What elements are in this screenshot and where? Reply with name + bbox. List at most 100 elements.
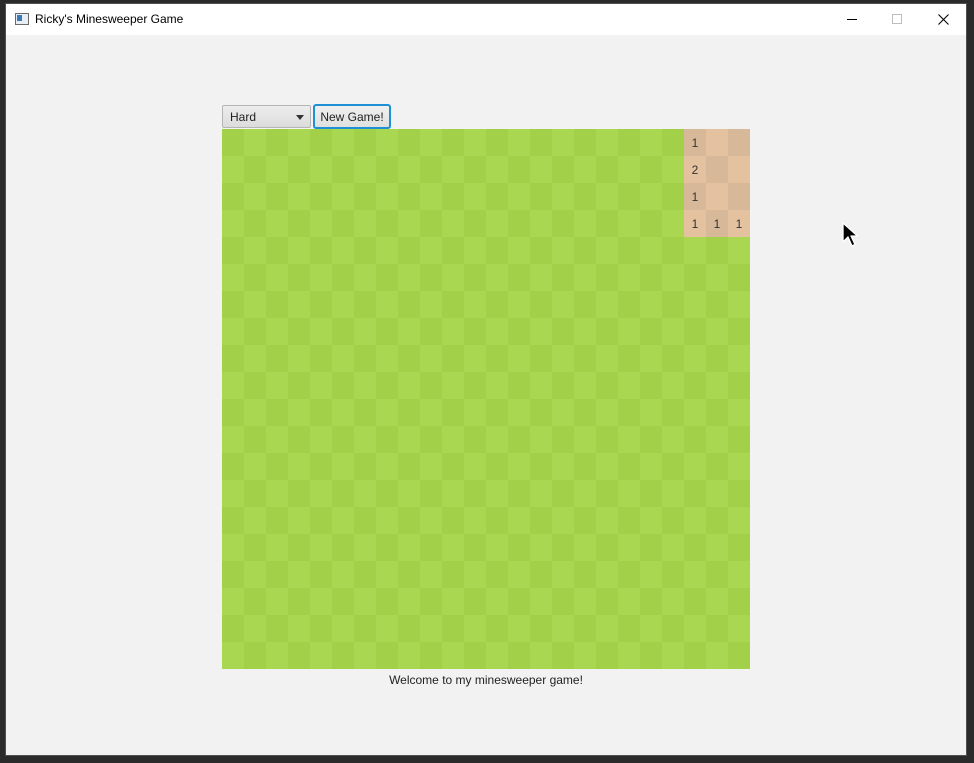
hidden-cell[interactable] <box>574 156 596 183</box>
hidden-cell[interactable] <box>574 372 596 399</box>
hidden-cell[interactable] <box>420 318 442 345</box>
hidden-cell[interactable] <box>618 588 640 615</box>
hidden-cell[interactable] <box>354 156 376 183</box>
hidden-cell[interactable] <box>222 588 244 615</box>
hidden-cell[interactable] <box>420 237 442 264</box>
hidden-cell[interactable] <box>486 561 508 588</box>
hidden-cell[interactable] <box>420 264 442 291</box>
hidden-cell[interactable] <box>288 453 310 480</box>
hidden-cell[interactable] <box>310 345 332 372</box>
hidden-cell[interactable] <box>706 237 728 264</box>
hidden-cell[interactable] <box>574 642 596 669</box>
hidden-cell[interactable] <box>486 291 508 318</box>
hidden-cell[interactable] <box>728 237 750 264</box>
hidden-cell[interactable] <box>244 453 266 480</box>
hidden-cell[interactable] <box>376 453 398 480</box>
hidden-cell[interactable] <box>618 156 640 183</box>
hidden-cell[interactable] <box>244 426 266 453</box>
difficulty-dropdown[interactable]: Hard <box>222 105 311 128</box>
hidden-cell[interactable] <box>530 183 552 210</box>
hidden-cell[interactable] <box>530 561 552 588</box>
hidden-cell[interactable] <box>706 561 728 588</box>
minimize-button[interactable] <box>829 4 875 34</box>
hidden-cell[interactable] <box>376 345 398 372</box>
hidden-cell[interactable] <box>574 534 596 561</box>
hidden-cell[interactable] <box>706 345 728 372</box>
hidden-cell[interactable] <box>332 561 354 588</box>
hidden-cell[interactable] <box>706 426 728 453</box>
hidden-cell[interactable] <box>662 237 684 264</box>
hidden-cell[interactable] <box>310 507 332 534</box>
hidden-cell[interactable] <box>596 588 618 615</box>
hidden-cell[interactable] <box>354 426 376 453</box>
hidden-cell[interactable] <box>266 642 288 669</box>
hidden-cell[interactable] <box>222 156 244 183</box>
hidden-cell[interactable] <box>640 561 662 588</box>
hidden-cell[interactable] <box>244 588 266 615</box>
hidden-cell[interactable] <box>420 210 442 237</box>
hidden-cell[interactable] <box>706 534 728 561</box>
hidden-cell[interactable] <box>552 372 574 399</box>
hidden-cell[interactable] <box>266 507 288 534</box>
hidden-cell[interactable] <box>266 615 288 642</box>
hidden-cell[interactable] <box>398 588 420 615</box>
hidden-cell[interactable] <box>222 183 244 210</box>
hidden-cell[interactable] <box>530 588 552 615</box>
hidden-cell[interactable] <box>596 183 618 210</box>
revealed-cell[interactable] <box>728 183 750 210</box>
hidden-cell[interactable] <box>728 264 750 291</box>
hidden-cell[interactable] <box>310 291 332 318</box>
hidden-cell[interactable] <box>706 399 728 426</box>
hidden-cell[interactable] <box>244 156 266 183</box>
hidden-cell[interactable] <box>398 264 420 291</box>
hidden-cell[interactable] <box>508 588 530 615</box>
hidden-cell[interactable] <box>552 480 574 507</box>
hidden-cell[interactable] <box>662 291 684 318</box>
hidden-cell[interactable] <box>684 615 706 642</box>
hidden-cell[interactable] <box>618 615 640 642</box>
hidden-cell[interactable] <box>464 588 486 615</box>
hidden-cell[interactable] <box>376 210 398 237</box>
hidden-cell[interactable] <box>574 615 596 642</box>
hidden-cell[interactable] <box>266 237 288 264</box>
hidden-cell[interactable] <box>288 372 310 399</box>
hidden-cell[interactable] <box>420 507 442 534</box>
hidden-cell[interactable] <box>684 588 706 615</box>
hidden-cell[interactable] <box>508 507 530 534</box>
hidden-cell[interactable] <box>596 210 618 237</box>
hidden-cell[interactable] <box>486 426 508 453</box>
hidden-cell[interactable] <box>420 615 442 642</box>
hidden-cell[interactable] <box>354 453 376 480</box>
hidden-cell[interactable] <box>332 426 354 453</box>
hidden-cell[interactable] <box>288 345 310 372</box>
hidden-cell[interactable] <box>530 399 552 426</box>
hidden-cell[interactable] <box>596 426 618 453</box>
hidden-cell[interactable] <box>266 453 288 480</box>
hidden-cell[interactable] <box>222 237 244 264</box>
hidden-cell[interactable] <box>266 291 288 318</box>
hidden-cell[interactable] <box>332 264 354 291</box>
hidden-cell[interactable] <box>662 642 684 669</box>
hidden-cell[interactable] <box>640 372 662 399</box>
hidden-cell[interactable] <box>508 291 530 318</box>
hidden-cell[interactable] <box>354 345 376 372</box>
hidden-cell[interactable] <box>530 291 552 318</box>
revealed-cell[interactable] <box>706 183 728 210</box>
hidden-cell[interactable] <box>376 642 398 669</box>
hidden-cell[interactable] <box>310 156 332 183</box>
hidden-cell[interactable] <box>288 480 310 507</box>
hidden-cell[interactable] <box>398 615 420 642</box>
hidden-cell[interactable] <box>530 642 552 669</box>
hidden-cell[interactable] <box>552 264 574 291</box>
hidden-cell[interactable] <box>222 129 244 156</box>
hidden-cell[interactable] <box>552 642 574 669</box>
hidden-cell[interactable] <box>618 642 640 669</box>
hidden-cell[interactable] <box>222 291 244 318</box>
hidden-cell[interactable] <box>552 291 574 318</box>
hidden-cell[interactable] <box>354 318 376 345</box>
hidden-cell[interactable] <box>332 210 354 237</box>
hidden-cell[interactable] <box>332 237 354 264</box>
hidden-cell[interactable] <box>618 345 640 372</box>
hidden-cell[interactable] <box>574 264 596 291</box>
hidden-cell[interactable] <box>310 480 332 507</box>
